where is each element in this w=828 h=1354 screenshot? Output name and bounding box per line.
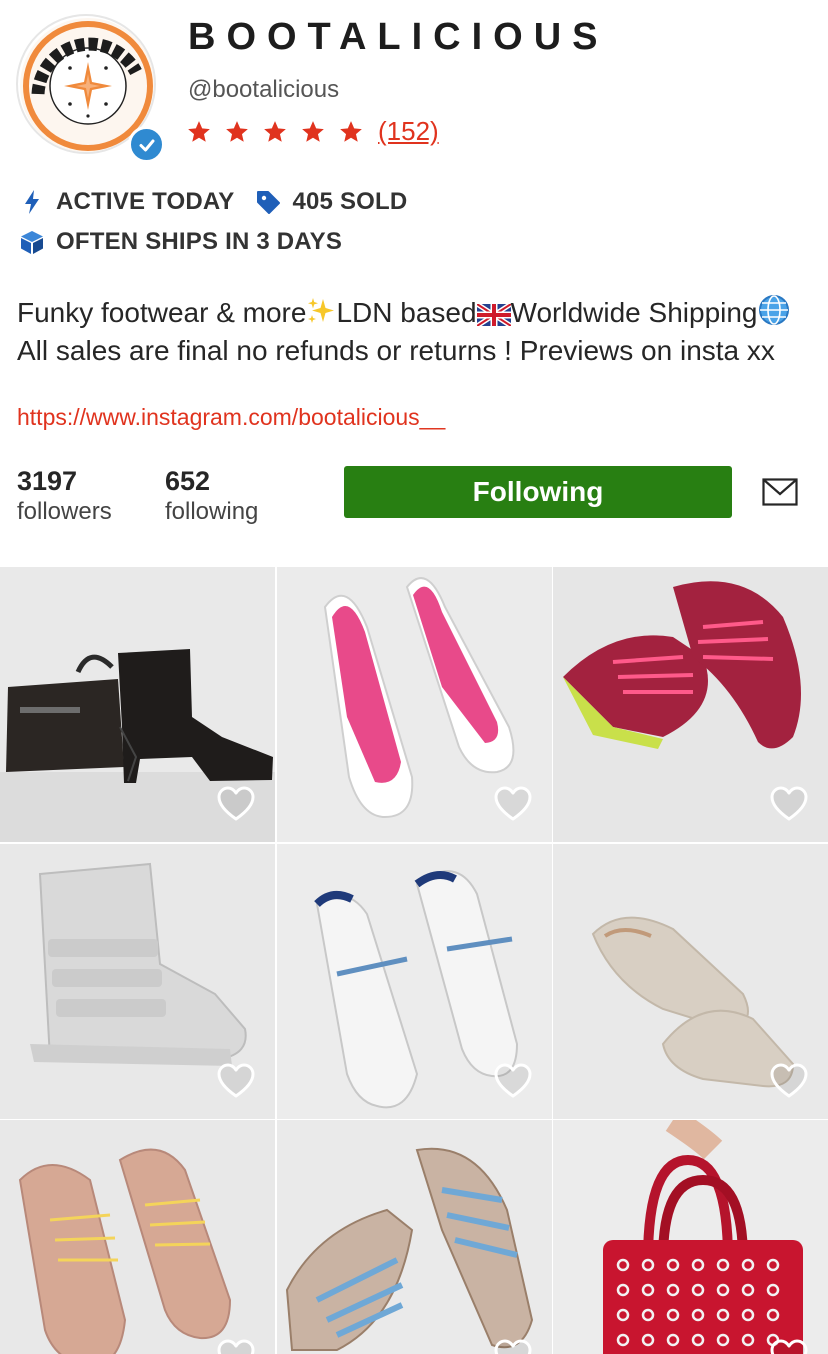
star-icon	[188, 120, 210, 142]
badge-sold-label: 405 SOLD	[292, 188, 408, 215]
heart-icon[interactable]	[770, 1339, 808, 1354]
heart-icon[interactable]	[494, 1063, 532, 1099]
rating[interactable]: (152)	[186, 116, 439, 147]
globe-icon	[758, 294, 790, 334]
seller-badges: ACTIVE TODAY 405 SOLD OFTEN SHIPS IN 3 D…	[18, 186, 427, 266]
heart-icon[interactable]	[494, 1339, 532, 1354]
listing-item[interactable]	[277, 844, 552, 1119]
shop-name: BOOTALICIOUS	[188, 16, 609, 58]
instagram-link[interactable]: https://www.instagram.com/bootalicious__	[17, 404, 445, 431]
listing-item[interactable]	[553, 567, 828, 842]
following-stat[interactable]: 652 following	[165, 466, 258, 528]
envelope-icon[interactable]	[762, 478, 798, 506]
listing-photo	[0, 1120, 275, 1354]
shop-handle: @bootalicious	[188, 76, 340, 103]
star-icon	[340, 120, 362, 142]
followers-count: 3197	[17, 466, 78, 496]
shop-bio: Funky footwear & more LDN based Worldwide …	[17, 294, 817, 368]
uk-flag-icon	[475, 300, 512, 334]
following-button[interactable]: Following	[344, 466, 732, 518]
bio-text: LDN based	[336, 297, 477, 328]
bio-text: Funky footwear & more	[17, 297, 307, 328]
followers-stat[interactable]: 3197 followers	[17, 466, 112, 528]
badge-shipping-label: OFTEN SHIPS IN 3 DAYS	[56, 228, 343, 255]
listing-item[interactable]	[0, 1120, 275, 1354]
badge-active: ACTIVE TODAY	[18, 188, 234, 216]
listing-photo	[553, 1120, 828, 1354]
listing-item[interactable]	[553, 1120, 828, 1354]
badge-shipping: OFTEN SHIPS IN 3 DAYS	[18, 228, 342, 256]
reviews-link[interactable]: (152)	[378, 116, 439, 147]
bio-text: All sales are final no refunds or return…	[17, 335, 775, 366]
sparkles-icon	[306, 296, 336, 334]
heart-icon[interactable]	[217, 786, 255, 822]
listing-item[interactable]	[0, 567, 275, 842]
heart-icon[interactable]	[217, 1339, 255, 1354]
following-label: following	[165, 498, 259, 525]
listing-photo	[277, 1120, 552, 1354]
listing-item[interactable]	[0, 844, 275, 1119]
lightning-icon	[18, 188, 46, 216]
followers-label: followers	[17, 498, 112, 525]
heart-icon[interactable]	[217, 1063, 255, 1099]
star-icon	[302, 120, 324, 142]
box-icon	[18, 228, 46, 256]
price-tag-icon	[254, 188, 282, 216]
verified-check-icon	[128, 126, 165, 163]
heart-icon[interactable]	[770, 1063, 808, 1099]
following-count: 652	[165, 466, 211, 496]
star-icon	[226, 120, 248, 142]
badge-active-label: ACTIVE TODAY	[56, 188, 235, 215]
bio-text: Worldwide Shipping	[510, 297, 758, 328]
heart-icon[interactable]	[770, 786, 808, 822]
listing-item[interactable]	[553, 844, 828, 1119]
heart-icon[interactable]	[494, 786, 532, 822]
listing-grid	[0, 567, 828, 1354]
star-icon	[264, 120, 286, 142]
listing-item[interactable]	[277, 1120, 552, 1354]
listing-item[interactable]	[277, 567, 552, 842]
badge-sold: 405 SOLD	[254, 188, 407, 216]
shop-avatar[interactable]	[16, 14, 165, 163]
